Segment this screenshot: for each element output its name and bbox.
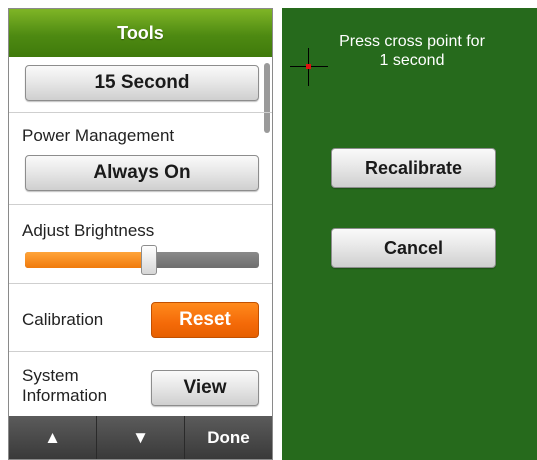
calibration-instruction: Press cross point for 1 second (312, 32, 512, 70)
scrollbar[interactable] (264, 63, 270, 133)
system-info-view-button[interactable]: View (151, 370, 259, 406)
scroll-up-button[interactable]: ▲ (9, 416, 96, 459)
tools-title: Tools (117, 22, 164, 43)
tools-panel: Tools 15 Second Power Management Always … (8, 8, 273, 460)
timeout-button[interactable]: 15 Second (25, 65, 259, 101)
tools-header: Tools (9, 9, 272, 57)
system-label-line2: Information (22, 386, 108, 405)
divider (9, 351, 272, 352)
scroll-down-button[interactable]: ▼ (96, 416, 184, 459)
instruction-line1: Press cross point for (339, 33, 485, 50)
bottom-toolbar: ▲ ▼ Done (9, 416, 272, 459)
divider (9, 204, 272, 205)
crosshair-center-dot (306, 64, 311, 69)
calibration-reset-button[interactable]: Reset (151, 302, 259, 338)
brightness-slider-thumb[interactable] (141, 245, 158, 275)
power-mode-button[interactable]: Always On (25, 155, 259, 191)
brightness-label: Adjust Brightness (22, 221, 155, 240)
divider (9, 283, 272, 284)
instruction-line2: 1 second (379, 52, 445, 69)
arrow-down-icon: ▼ (132, 427, 149, 447)
brightness-fill (25, 252, 150, 268)
calibration-screen: Press cross point for 1 second Recalibra… (282, 8, 537, 460)
system-information-label: System Information (22, 366, 107, 406)
divider (9, 112, 272, 113)
calibration-label: Calibration (22, 310, 104, 329)
power-management-label: Power Management (22, 126, 175, 145)
done-button[interactable]: Done (184, 416, 272, 459)
cancel-button[interactable]: Cancel (331, 228, 496, 268)
system-label-line1: System (22, 366, 79, 385)
recalibrate-button[interactable]: Recalibrate (331, 148, 496, 188)
arrow-up-icon: ▲ (44, 427, 61, 447)
